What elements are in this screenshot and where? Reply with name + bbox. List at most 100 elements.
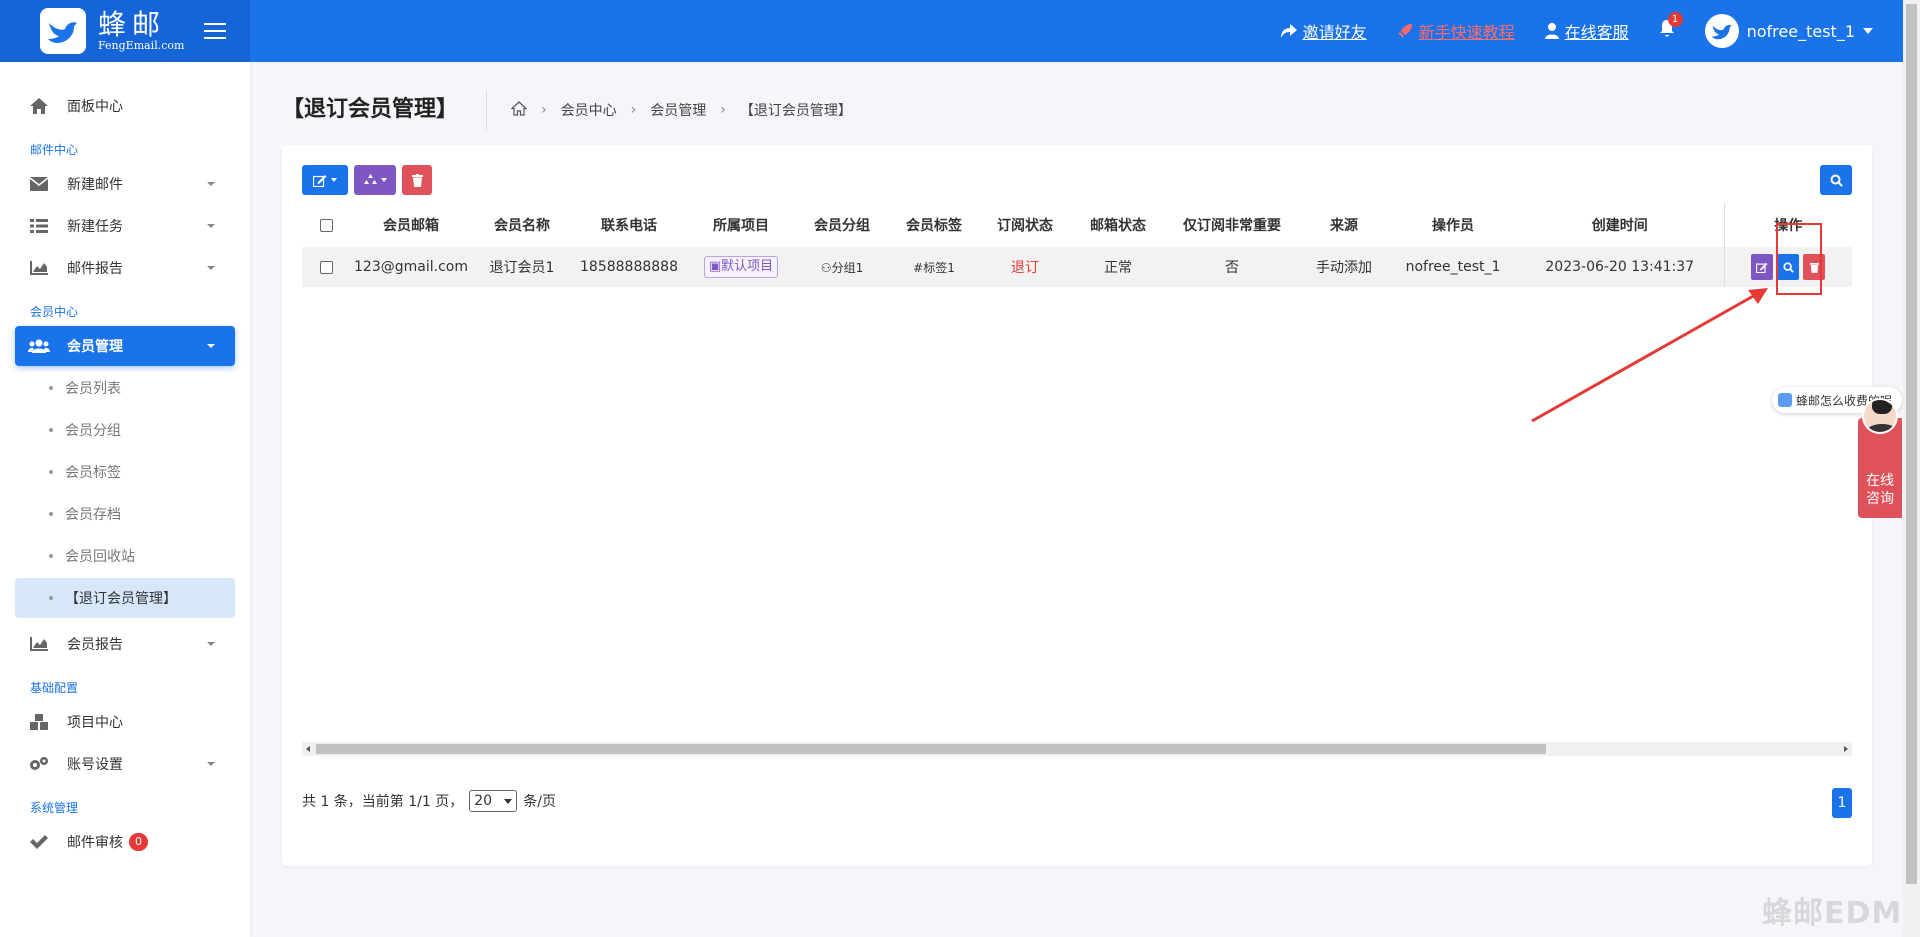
invite-friends-link[interactable]: 邀请好友 <box>1280 19 1367 43</box>
support-link[interactable]: 在线客服 <box>1544 19 1629 43</box>
page-size-value: 20 <box>474 793 493 809</box>
sidebar-subitem-member-list[interactable]: 会员列表 <box>15 368 235 408</box>
sidebar-subitem-member-recycle[interactable]: 会员回收站 <box>15 536 235 576</box>
breadcrumb-item-current: 【退订会员管理】 <box>739 103 852 119</box>
menu-toggle-icon[interactable] <box>204 23 227 39</box>
sidebar-subitem-member-tags[interactable]: 会员标签 <box>15 452 235 492</box>
mail-audit-badge: 0 <box>129 833 148 851</box>
search-icon <box>1830 174 1843 187</box>
chevron-down-icon <box>504 798 513 804</box>
chevron-right-icon: › <box>541 102 547 118</box>
row-edit-button[interactable] <box>1751 254 1774 280</box>
row-checkbox[interactable] <box>319 260 333 274</box>
check-icon <box>27 835 51 849</box>
page-title: 【退订会员管理】 <box>282 90 488 130</box>
sidebar-item-member-management[interactable]: 会员管理 <box>15 326 235 366</box>
main-content: 【退订会员管理】 › 会员中心 › 会员管理 › 【退订会员管理】 会员邮箱 会… <box>250 62 1903 937</box>
sidebar-subitem-label: 会员分组 <box>65 423 121 439</box>
top-navbar: 蜂邮 FengEmail.com 邀请好友 新手快速教程 在线客服 1 nofr… <box>0 0 1903 62</box>
section-title-system: 系统管理 <box>30 801 79 815</box>
breadcrumb-item[interactable]: 会员中心 <box>561 100 617 120</box>
column-header[interactable]: 会员名称 <box>472 203 572 247</box>
sidebar-item-account-settings[interactable]: 账号设置 <box>15 744 235 784</box>
caret-down-icon <box>207 182 215 186</box>
members-table: 会员邮箱 会员名称 联系电话 所属项目 会员分组 会员标签 订阅状态 邮箱状态 … <box>302 203 1852 287</box>
user-menu[interactable]: nofree_test_1 <box>1704 14 1873 48</box>
envelope-icon <box>27 177 51 191</box>
sidebar-subitem-label: 会员回收站 <box>65 549 135 565</box>
column-header[interactable]: 操作员 <box>1390 203 1516 247</box>
sidebar-item-mail-audit[interactable]: 邮件审核 0 <box>15 822 235 862</box>
rocket-icon <box>1397 24 1412 38</box>
select-all-checkbox[interactable] <box>319 218 333 232</box>
area-chart-icon <box>27 261 51 275</box>
column-header[interactable]: 会员邮箱 <box>350 203 472 247</box>
highlight-box-annotation <box>1776 223 1822 295</box>
section-title-mail: 邮件中心 <box>30 143 79 157</box>
search-button[interactable] <box>1820 165 1852 195</box>
column-header[interactable]: 所属项目 <box>686 203 796 247</box>
column-header[interactable]: 会员标签 <box>888 203 980 247</box>
trash-icon <box>411 173 423 187</box>
sidebar-item-project-center[interactable]: 项目中心 <box>15 702 235 742</box>
scrollbar-thumb[interactable] <box>316 744 1546 754</box>
column-header[interactable]: 来源 <box>1298 203 1390 247</box>
cell-source: 手动添加 <box>1298 247 1390 287</box>
cell-project: ▣默认项目 <box>686 247 796 287</box>
unsubscribed-members-card: 会员邮箱 会员名称 联系电话 所属项目 会员分组 会员标签 订阅状态 邮箱状态 … <box>282 145 1872 866</box>
scroll-left-icon[interactable] <box>306 746 310 752</box>
recycle-dropdown-button[interactable] <box>354 165 396 195</box>
edit-icon <box>313 174 327 187</box>
sidebar-item-dashboard[interactable]: 面板中心 <box>15 86 235 126</box>
page-number-button[interactable]: 1 <box>1832 788 1852 818</box>
sidebar-subitem-member-groups[interactable]: 会员分组 <box>15 410 235 450</box>
sidebar: 面板中心 邮件中心 新建邮件 新建任务 邮件报告 会员中心 会员管理 会员列表 … <box>0 62 250 937</box>
page-vertical-scrollbar[interactable] <box>1903 0 1920 937</box>
page-size-select[interactable]: 20 <box>469 790 518 812</box>
cell-group: ⚇分组1 <box>796 247 888 287</box>
red-arrow-annotation <box>1531 288 1768 423</box>
username: nofree_test_1 <box>1746 21 1855 41</box>
delete-button[interactable] <box>402 165 432 195</box>
breadcrumb-item[interactable]: 会员管理 <box>650 100 706 120</box>
table-horizontal-scrollbar[interactable] <box>302 742 1852 756</box>
column-header[interactable]: 联系电话 <box>572 203 686 247</box>
edit-dropdown-button[interactable] <box>302 165 348 195</box>
sidebar-item-member-report[interactable]: 会员报告 <box>15 624 235 664</box>
notifications-button[interactable]: 1 <box>1659 12 1683 42</box>
column-header[interactable]: 邮箱状态 <box>1070 203 1166 247</box>
cell-name: 退订会员1 <box>472 247 572 287</box>
section-title-member: 会员中心 <box>30 305 79 319</box>
sidebar-item-new-mail[interactable]: 新建邮件 <box>15 164 235 204</box>
brand-domain: FengEmail.com <box>98 39 185 52</box>
brand-logo-icon <box>40 8 86 54</box>
caret-down-icon <box>207 344 215 348</box>
sidebar-subitem-label: 会员存档 <box>65 507 121 523</box>
sidebar-item-new-task[interactable]: 新建任务 <box>15 206 235 246</box>
caret-down-icon <box>207 224 215 228</box>
online-consult-button[interactable]: 在线咨询 <box>1858 398 1902 518</box>
watermark-logo: 蜂邮EDM <box>1762 896 1903 931</box>
sidebar-subitem-member-archive[interactable]: 会员存档 <box>15 494 235 534</box>
sidebar-item-mail-report[interactable]: 邮件报告 <box>15 248 235 288</box>
column-header[interactable]: 订阅状态 <box>980 203 1070 247</box>
column-header[interactable]: 仅订阅非常重要 <box>1166 203 1298 247</box>
avatar <box>1704 14 1739 48</box>
home-icon[interactable] <box>510 100 528 120</box>
column-header[interactable]: 创建时间 <box>1516 203 1724 247</box>
cell-tag: #标签1 <box>888 247 980 287</box>
online-consult-label: 在线咨询 <box>1866 473 1894 507</box>
brand[interactable]: 蜂邮 FengEmail.com <box>0 0 250 62</box>
scrollbar-thumb[interactable] <box>1906 4 1917 884</box>
cubes-icon: ▣ <box>708 259 722 274</box>
pagination-info: 共 1 条，当前第 1/1 页， 20 条/页 <box>302 790 556 812</box>
column-header[interactable]: 会员分组 <box>796 203 888 247</box>
tutorial-link[interactable]: 新手快速教程 <box>1397 19 1515 43</box>
gears-icon <box>27 756 51 772</box>
list-icon <box>27 219 51 233</box>
scroll-right-icon[interactable] <box>1844 746 1848 752</box>
tutorial-label: 新手快速教程 <box>1418 23 1515 42</box>
sidebar-subitem-unsubscribed[interactable]: 【退订会员管理】 <box>15 578 235 618</box>
edit-icon <box>1756 262 1768 273</box>
select-all-cell <box>302 203 350 247</box>
